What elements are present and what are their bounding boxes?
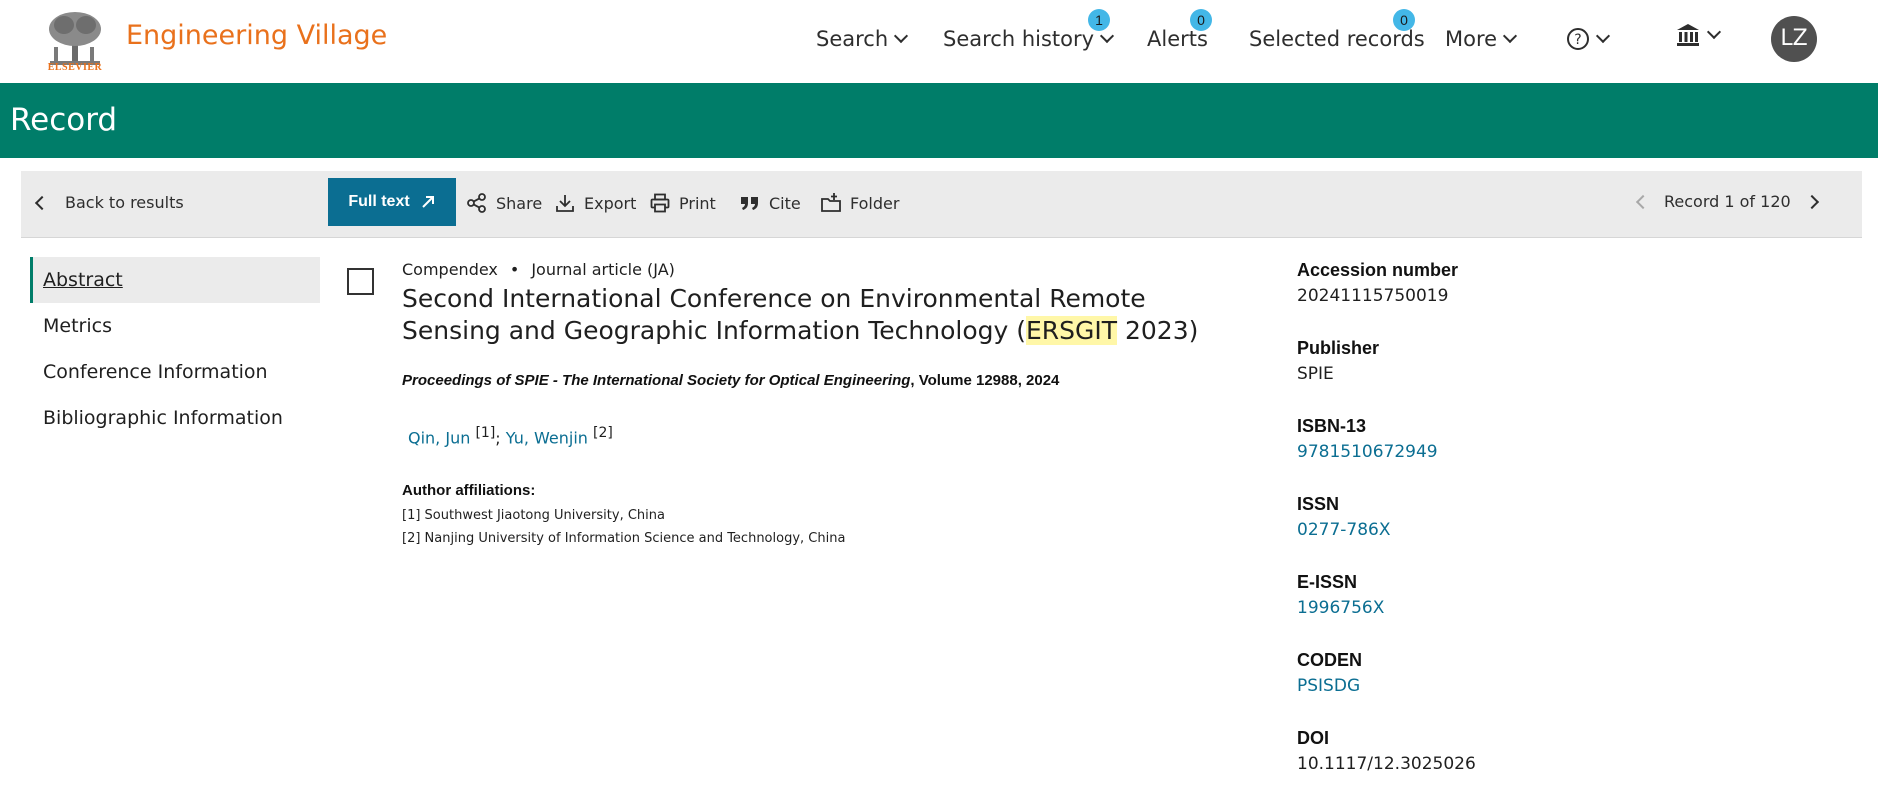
record-meta: Compendex • Journal article (JA) <box>402 260 675 279</box>
author-link[interactable]: Yu, Wenjin <box>506 428 588 447</box>
brand-name[interactable]: Engineering Village <box>126 20 387 51</box>
source-volume: , Volume 12988, 2024 <box>910 372 1060 389</box>
cite-button[interactable]: Cite <box>739 192 801 214</box>
selected-records-badge: 0 <box>1393 9 1415 31</box>
record-pager: Record 1 of 120 <box>1635 192 1819 211</box>
issn-link[interactable]: 0277-786X <box>1297 520 1697 546</box>
eissn-label: E-ISSN <box>1297 572 1358 592</box>
chevron-left-icon <box>34 195 50 210</box>
previous-record-icon[interactable] <box>1635 194 1651 209</box>
doi-label: DOI <box>1297 728 1330 748</box>
user-avatar[interactable]: LZ <box>1771 16 1817 62</box>
elsevier-wordmark: ELSEVIER <box>47 62 103 73</box>
title-text-end: 2023) <box>1117 316 1199 345</box>
institution-menu[interactable] <box>1675 22 1722 48</box>
nav-search-history[interactable]: Search history <box>943 27 1115 51</box>
folder-add-icon <box>821 193 841 212</box>
cite-label: Cite <box>769 193 801 213</box>
nav-more[interactable]: More <box>1445 27 1518 51</box>
record-section-nav: Abstract Metrics Conference Information … <box>30 257 320 441</box>
accession-number-value: 20241115750019 <box>1297 286 1449 306</box>
affiliation-item: [1] Southwest Jiaotong University, China <box>402 508 665 523</box>
coden-label: CODEN <box>1297 650 1363 670</box>
nav-selected-records[interactable]: Selected records <box>1249 27 1425 51</box>
document-type: Journal article (JA) <box>531 260 675 279</box>
export-label: Export <box>584 193 637 213</box>
sidebar-item-conference-information[interactable]: Conference Information <box>30 349 320 395</box>
coden-link[interactable]: PSISDG <box>1297 676 1697 702</box>
back-to-results-label: Back to results <box>65 193 184 212</box>
chevron-down-icon <box>1502 28 1518 44</box>
external-link-icon <box>421 196 434 208</box>
publisher-label: Publisher <box>1297 338 1380 358</box>
nav-more-label: More <box>1445 27 1498 51</box>
record-toolbar: Back to results Full text Share Export P… <box>21 171 1862 238</box>
nav-search[interactable]: Search <box>816 27 909 51</box>
page-header-bar: Record <box>0 83 1878 158</box>
publisher-value: SPIE <box>1297 364 1334 384</box>
search-history-badge: 1 <box>1088 9 1110 31</box>
accession-number-label: Accession number <box>1297 260 1459 280</box>
eissn-link[interactable]: 1996756X <box>1297 598 1697 624</box>
export-button[interactable]: Export <box>554 192 636 214</box>
download-icon <box>556 195 574 212</box>
chevron-down-icon <box>894 28 909 44</box>
sidebar-item-bibliographic-information[interactable]: Bibliographic Information <box>30 395 320 441</box>
isbn-link[interactable]: 9781510672949 <box>1297 442 1697 468</box>
share-icon <box>467 193 486 213</box>
top-header: ELSEVIER Engineering Village Search Sear… <box>0 0 1878 83</box>
printer-icon <box>650 193 670 213</box>
sidebar-item-metrics[interactable]: Metrics <box>30 303 320 349</box>
full-text-label: Full text <box>348 193 410 210</box>
back-to-results-link[interactable]: Back to results <box>34 193 184 212</box>
folder-button[interactable]: Folder <box>820 192 899 214</box>
author-list: Qin, Jun [1]; Yu, Wenjin [2] <box>408 425 613 447</box>
share-label: Share <box>496 193 543 213</box>
title-highlight: ERSGIT <box>1025 316 1118 345</box>
svg-text:?: ? <box>1574 32 1581 48</box>
print-label: Print <box>679 193 716 213</box>
author-affiliation-ref: [1] <box>475 425 496 441</box>
affiliations-heading: Author affiliations: <box>402 482 536 499</box>
isbn-label: ISBN-13 <box>1297 416 1367 436</box>
author-link[interactable]: Qin, Jun <box>408 428 470 447</box>
author-separator: ; <box>495 428 501 448</box>
chevron-down-icon <box>1595 28 1611 44</box>
institution-icon <box>1677 24 1699 46</box>
issn-label: ISSN <box>1297 494 1340 514</box>
nav-selected-records-label: Selected records <box>1249 27 1425 51</box>
help-icon: ? <box>1567 28 1589 50</box>
alerts-badge: 0 <box>1190 9 1212 31</box>
nav-search-label: Search <box>816 27 889 51</box>
affiliation-item: [2] Nanjing University of Information Sc… <box>402 531 846 546</box>
sidebar-item-abstract[interactable]: Abstract <box>30 257 320 303</box>
page-title: Record <box>10 102 118 138</box>
help-menu[interactable]: ? <box>1566 27 1611 51</box>
author-affiliation-ref: [2] <box>593 425 613 441</box>
record-title: Second International Conference on Envir… <box>402 283 1242 347</box>
share-button[interactable]: Share <box>466 192 542 214</box>
meta-separator: • <box>509 260 520 279</box>
full-text-button[interactable]: Full text <box>328 178 456 226</box>
doi-value: 10.1117/12.3025026 <box>1297 754 1476 774</box>
chevron-down-icon <box>1706 24 1722 40</box>
quote-icon <box>741 197 758 210</box>
print-button[interactable]: Print <box>649 192 716 214</box>
record-position: Record 1 of 120 <box>1664 192 1791 211</box>
next-record-icon[interactable] <box>1804 194 1819 209</box>
chevron-down-icon <box>1099 28 1115 44</box>
record-details: Accession number 20241115750019 Publishe… <box>1297 260 1697 796</box>
folder-label: Folder <box>850 193 900 213</box>
record-source: Proceedings of SPIE - The International … <box>402 372 1059 389</box>
source-journal: Proceedings of SPIE - The International … <box>402 372 911 389</box>
nav-search-history-label: Search history <box>943 27 1095 51</box>
select-record-checkbox[interactable] <box>347 268 374 295</box>
database-name: Compendex <box>402 260 498 279</box>
